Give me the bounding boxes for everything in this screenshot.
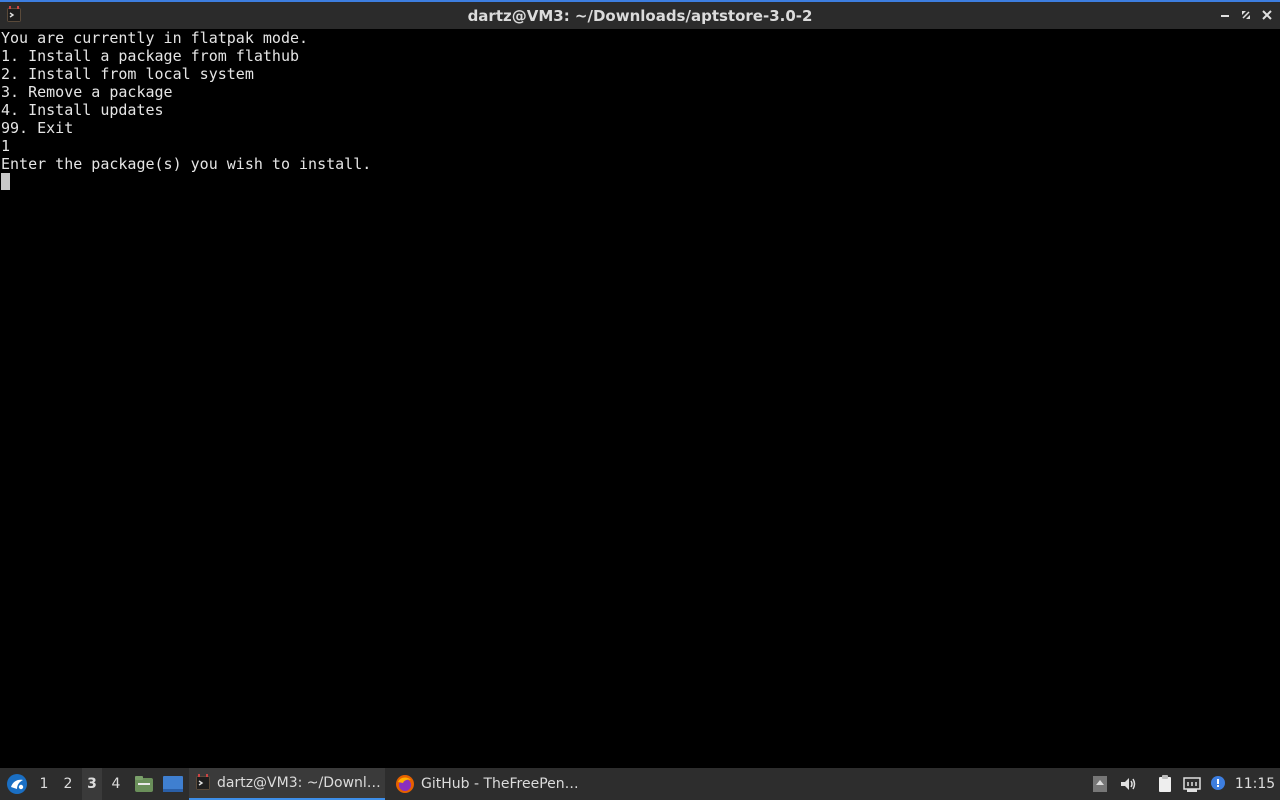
workspace-2[interactable]: 2	[58, 768, 78, 800]
terminal-output: You are currently in flatpak mode. 1. In…	[1, 29, 371, 191]
terminal-view[interactable]: You are currently in flatpak mode. 1. In…	[0, 29, 1280, 768]
taskbar: 1 2 3 4 dartz@VM3: ~/Downl… GitHub - The…	[0, 768, 1280, 800]
terminal-prompt-line[interactable]	[1, 173, 371, 191]
show-desktop-launcher[interactable]	[161, 768, 185, 800]
window-titlebar[interactable]: dartz@VM3: ~/Downloads/aptstore-3.0-2	[0, 0, 1280, 29]
terminal-line: 2. Install from local system	[1, 65, 254, 83]
workspace-3[interactable]: 3	[82, 768, 102, 800]
file-manager-launcher[interactable]	[133, 768, 155, 800]
terminal-line: 4. Install updates	[1, 101, 164, 119]
clipboard-icon[interactable]	[1155, 774, 1175, 794]
workspace-1[interactable]: 1	[34, 768, 54, 800]
update-notifier-icon[interactable]	[1208, 774, 1228, 794]
firefox-icon	[396, 775, 414, 793]
task-terminal[interactable]: dartz@VM3: ~/Downl…	[189, 768, 385, 800]
terminal-line: 1	[1, 137, 11, 155]
terminal-line: 1. Install a package from flathub	[1, 47, 300, 65]
workspace-4[interactable]: 4	[106, 768, 126, 800]
maximize-icon[interactable]	[1239, 8, 1253, 22]
close-icon[interactable]	[1260, 8, 1274, 22]
window-title: dartz@VM3: ~/Downloads/aptstore-3.0-2	[467, 7, 813, 25]
terminal-line: Enter the package(s) you wish to install…	[1, 155, 372, 173]
file-manager-icon	[135, 776, 153, 792]
desktop-icon	[163, 776, 183, 792]
clock[interactable]: 11:15	[1230, 768, 1280, 800]
terminal-line: 3. Remove a package	[1, 83, 173, 101]
terminal-line: You are currently in flatpak mode.	[1, 29, 309, 47]
lubuntu-logo-icon	[7, 774, 27, 794]
text-cursor	[1, 173, 10, 190]
terminal-icon	[196, 774, 210, 790]
task-label: dartz@VM3: ~/Downl…	[217, 775, 381, 791]
terminal-line: 99. Exit	[1, 119, 74, 137]
minimize-icon[interactable]	[1218, 8, 1232, 22]
show-desktop-icon[interactable]	[1090, 774, 1110, 794]
volume-icon[interactable]	[1118, 774, 1138, 794]
start-menu-button[interactable]	[4, 768, 30, 800]
task-label: GitHub - TheFreePen…	[421, 776, 579, 792]
network-icon[interactable]	[1182, 774, 1202, 794]
task-firefox[interactable]: GitHub - TheFreePen…	[389, 768, 585, 800]
